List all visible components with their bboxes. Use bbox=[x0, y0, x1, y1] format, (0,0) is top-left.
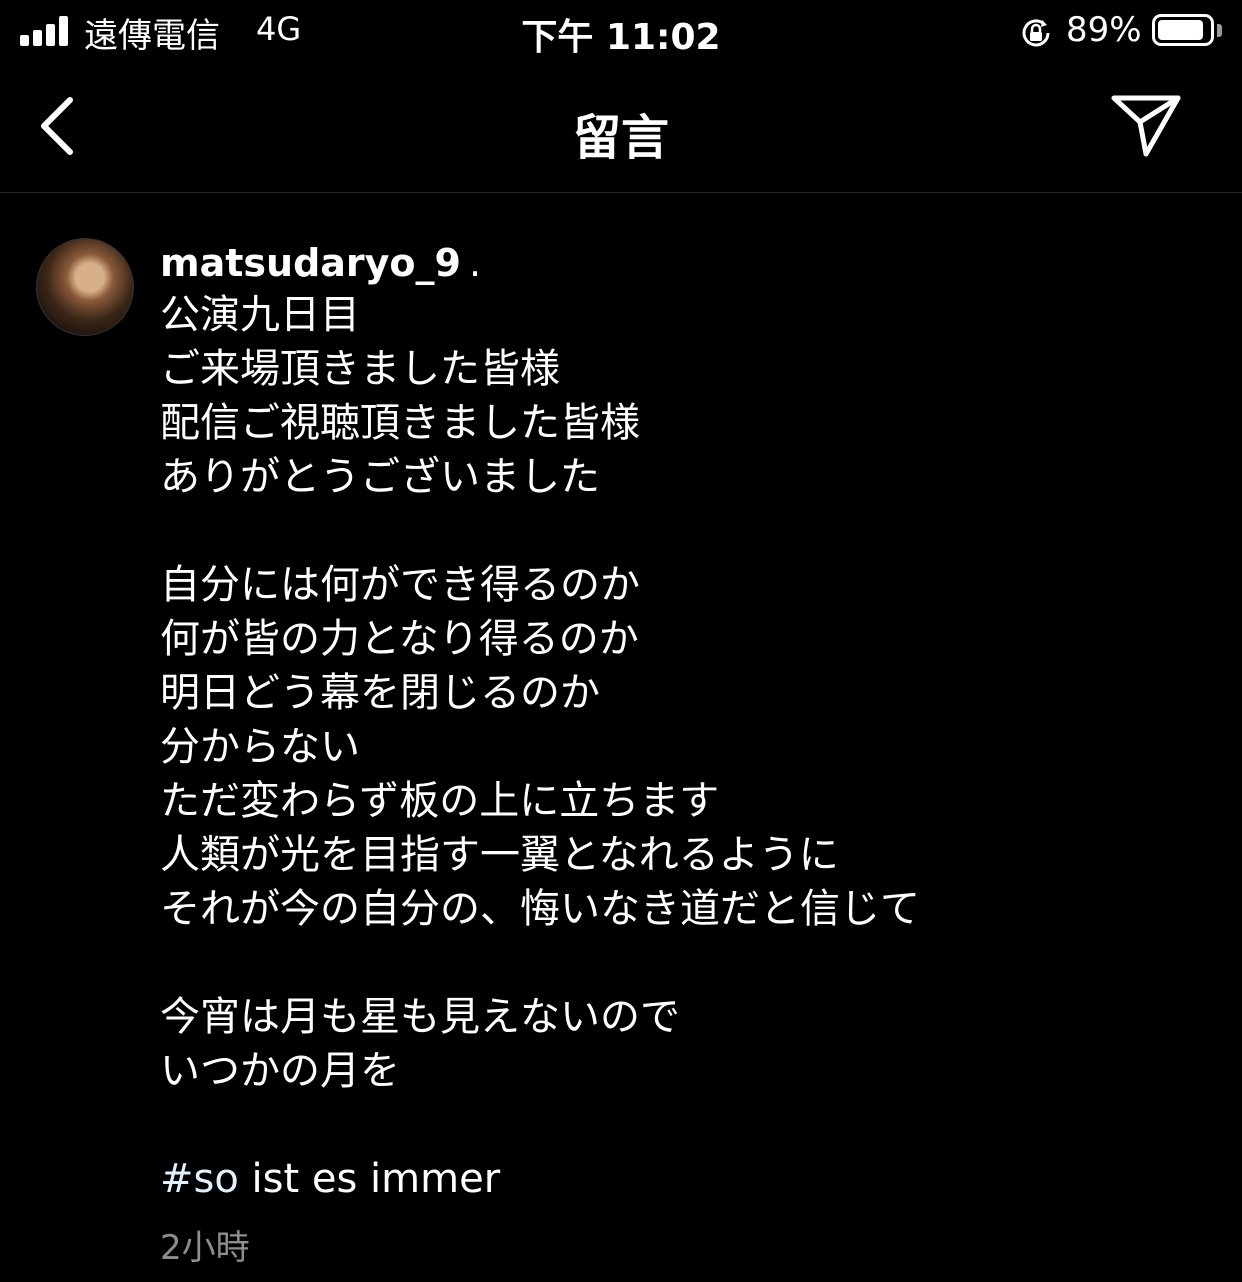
caption-line: いつかの月を bbox=[160, 1048, 400, 1094]
caption-line: 公演九日目 bbox=[160, 292, 360, 338]
comment-username[interactable]: matsudaryo_9 bbox=[160, 241, 461, 285]
username-suffix: . bbox=[468, 241, 482, 285]
status-time: 下午 11:02 bbox=[521, 17, 721, 58]
caption-line: ただ変わらず板の上に立ちます bbox=[160, 778, 720, 824]
caption-line: 配信ご視聴頂きました皆様 bbox=[160, 400, 640, 446]
battery-icon bbox=[1152, 14, 1214, 46]
battery-percent: 89% bbox=[1066, 10, 1142, 50]
avatar[interactable] bbox=[36, 238, 134, 336]
send-icon[interactable] bbox=[1108, 92, 1184, 160]
caption-line: 人類が光を目指す一翼となれるように bbox=[160, 832, 839, 878]
battery-cap bbox=[1217, 24, 1222, 37]
caption-line: それが今の自分の、悔いなき道だと信じて bbox=[160, 886, 920, 932]
caption-line: 分からない bbox=[160, 724, 360, 770]
comment: matsudaryo_9. 公演九日目ご来場頂きました皆様配信ご視聴頂きました皆… bbox=[160, 238, 1220, 1206]
comment-username-row: matsudaryo_9. bbox=[160, 238, 1220, 288]
caption-line: 明日どう幕を閉じるのか bbox=[160, 670, 600, 716]
caption-line bbox=[160, 504, 1220, 558]
caption-line: 何が皆の力となり得るのか bbox=[160, 616, 639, 662]
comment-timestamp: 2小時 bbox=[160, 1228, 250, 1268]
status-bar: 遠傳電信 4G 下午 11:02 89% bbox=[0, 0, 1242, 64]
hashtag-link[interactable]: #so bbox=[160, 1156, 239, 1202]
caption-line: 自分には何ができ得るのか bbox=[160, 562, 640, 608]
rotation-lock-icon bbox=[1022, 19, 1050, 47]
caption-line: 今宵は月も星も見えないので bbox=[160, 994, 680, 1040]
battery-fill bbox=[1158, 20, 1203, 40]
caption-line: ありがとうございました bbox=[160, 454, 600, 500]
hashtag-rest: ist es immer bbox=[238, 1156, 501, 1202]
comment-caption: 公演九日目ご来場頂きました皆様配信ご視聴頂きました皆様 ありがとうございました 自分… bbox=[160, 288, 1220, 1152]
caption-line bbox=[160, 936, 1220, 990]
caption-line bbox=[160, 1098, 1220, 1152]
caption-line: ご来場頂きました皆様 bbox=[160, 346, 560, 392]
hashtag-line: #so ist es immer bbox=[160, 1152, 1220, 1206]
page-title: 留言 bbox=[572, 110, 669, 166]
comments-header: 留言 bbox=[0, 64, 1242, 193]
